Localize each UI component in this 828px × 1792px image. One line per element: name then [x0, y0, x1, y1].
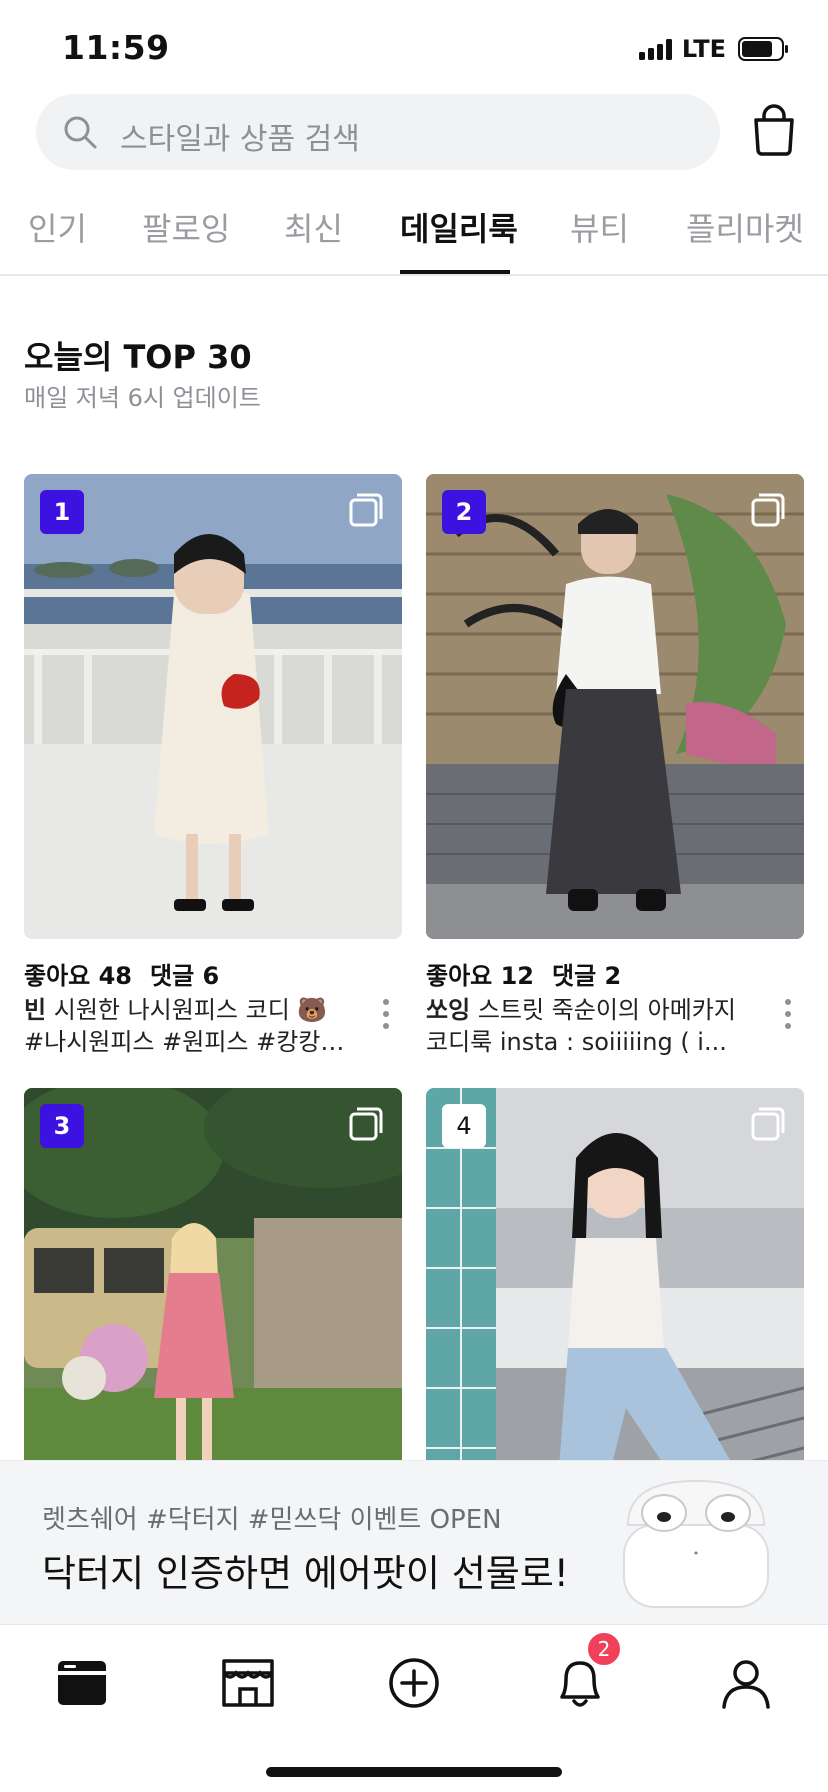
tab-flea-market[interactable]: 플리마켓: [686, 204, 804, 250]
outfit-photo: [24, 474, 402, 939]
multiple-photos-icon: [751, 1107, 785, 1141]
section-subtitle: 매일 저녁 6시 업데이트: [24, 384, 261, 412]
comment-count: 댓글 2: [552, 962, 622, 990]
post-author[interactable]: 쏘잉: [426, 996, 470, 1024]
more-options-icon[interactable]: [376, 996, 396, 1032]
rank-badge: 2: [442, 490, 486, 534]
battery-icon: [738, 37, 788, 61]
promo-banner[interactable]: 렛츠쉐어 #닥터지 #믿쓰닥 이벤트 OPEN 닥터지 인증하면 에어팟이 선물…: [0, 1460, 828, 1624]
post-caption: 쏘잉 스트릿 죽순이의 아메카지 코디룩 insta : soiiiiing (…: [426, 994, 756, 1058]
post-stats: 좋아요 48 댓글 6: [24, 956, 219, 991]
airpods-case-image: [623, 1479, 769, 1608]
tab-following[interactable]: 팔로잉: [142, 204, 230, 250]
search-placeholder: 스타일과 상품 검색: [120, 122, 360, 157]
status-time: 11:59: [62, 28, 170, 67]
home-icon[interactable]: [50, 1651, 114, 1715]
status-bar: 11:59 LTE: [0, 0, 828, 92]
multiple-photos-icon: [751, 493, 785, 527]
multiple-photos-icon: [349, 493, 383, 527]
search-input[interactable]: 스타일과 상품 검색: [36, 94, 720, 170]
more-options-icon[interactable]: [778, 996, 798, 1032]
status-indicators: LTE: [638, 35, 790, 63]
banner-title: 닥터지 인증하면 에어팟이 선물로!: [42, 1552, 569, 1595]
shopping-bag-icon[interactable]: [750, 104, 798, 156]
post-image-1[interactable]: 1: [24, 474, 402, 939]
tab-daily-look[interactable]: 데일리룩: [400, 204, 518, 250]
like-count: 좋아요 48: [24, 962, 132, 990]
active-tab-indicator: [400, 270, 510, 274]
caption-line: 코디룩 insta : soiiiiing ( i...: [426, 1028, 727, 1056]
signal-icon: [638, 38, 672, 60]
caption-line: #나시원피스 #원피스 #캉캉…: [24, 1028, 345, 1056]
notification-badge: 2: [586, 1631, 622, 1667]
caption-line: 시원한 나시원피스 코디 🐻: [53, 996, 328, 1024]
search-icon: [64, 116, 97, 149]
rank-badge: 1: [40, 490, 84, 534]
post-caption: 빈 시원한 나시원피스 코디 🐻 #나시원피스 #원피스 #캉캉…: [24, 994, 354, 1058]
post-author[interactable]: 빈: [24, 996, 46, 1024]
rank-badge: 3: [40, 1104, 84, 1148]
bottom-navigation: 2: [0, 1624, 828, 1792]
banner-subtitle: 렛츠쉐어 #닥터지 #믿쓰닥 이벤트 OPEN: [42, 1505, 502, 1535]
category-tabs: 인기 팔로잉 최신 데일리룩 뷰티 플리마켓: [0, 196, 828, 276]
like-count: 좋아요 12: [426, 962, 534, 990]
outfit-photo: [426, 474, 804, 939]
section-title: 오늘의 TOP 30: [24, 338, 252, 376]
post-stats: 좋아요 12 댓글 2: [426, 956, 621, 991]
tab-popular[interactable]: 인기: [28, 204, 87, 250]
profile-icon[interactable]: [714, 1651, 778, 1715]
rank-badge: 4: [442, 1104, 486, 1148]
tab-beauty[interactable]: 뷰티: [570, 204, 629, 250]
network-label: LTE: [681, 35, 726, 63]
multiple-photos-icon: [349, 1107, 383, 1141]
caption-line: 스트릿 죽순이의 아메카지: [477, 996, 736, 1024]
home-indicator[interactable]: [266, 1767, 562, 1777]
tab-latest[interactable]: 최신: [284, 204, 343, 250]
comment-count: 댓글 6: [150, 962, 220, 990]
add-icon[interactable]: [382, 1651, 446, 1715]
post-image-2[interactable]: 2: [426, 474, 804, 939]
search-row: 스타일과 상품 검색: [0, 92, 828, 180]
store-icon[interactable]: [216, 1651, 280, 1715]
